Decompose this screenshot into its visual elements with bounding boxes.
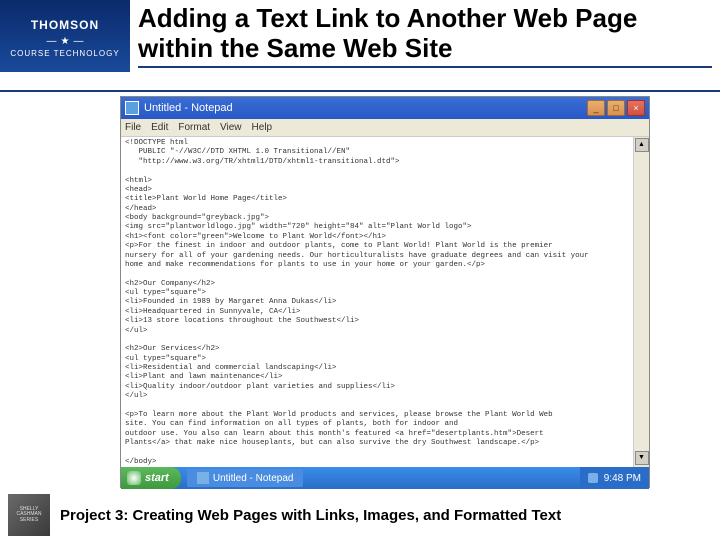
clock: 9:48 PM: [604, 473, 641, 484]
minimize-button[interactable]: _: [587, 100, 605, 116]
scroll-down-icon[interactable]: ▼: [635, 451, 649, 465]
windows-icon: [127, 471, 141, 485]
editor-textarea[interactable]: <!DOCTYPE html PUBLIC "-//W3C//DTD XHTML…: [121, 137, 633, 467]
logo-star: — ★ —: [47, 36, 84, 47]
slide: THOMSON — ★ — COURSE TECHNOLOGY Adding a…: [0, 0, 720, 540]
menu-file[interactable]: File: [125, 122, 141, 133]
footer-text: Project 3: Creating Web Pages with Links…: [50, 507, 712, 524]
task-label: Untitled - Notepad: [213, 473, 294, 484]
thomson-logo: THOMSON — ★ — COURSE TECHNOLOGY: [0, 0, 130, 72]
menu-view[interactable]: View: [220, 122, 242, 133]
maximize-button[interactable]: □: [607, 100, 625, 116]
window-titlebar[interactable]: Untitled - Notepad _ □ ×: [121, 97, 649, 119]
start-label: start: [145, 472, 169, 484]
window-title: Untitled - Notepad: [144, 102, 587, 114]
menu-edit[interactable]: Edit: [151, 122, 168, 133]
menu-format[interactable]: Format: [178, 122, 210, 133]
start-button[interactable]: start: [121, 467, 181, 489]
scroll-up-icon[interactable]: ▲: [635, 138, 649, 152]
editor-wrap: <!DOCTYPE html PUBLIC "-//W3C//DTD XHTML…: [121, 137, 649, 467]
header: THOMSON — ★ — COURSE TECHNOLOGY Adding a…: [0, 0, 720, 94]
footer: SHELLY CASHMAN SERIES Project 3: Creatin…: [0, 494, 720, 536]
logo-sub: COURSE TECHNOLOGY: [10, 47, 119, 58]
title-underline: [138, 66, 712, 68]
window-buttons: _ □ ×: [587, 100, 645, 116]
windows-taskbar: start Untitled - Notepad 9:48 PM: [121, 467, 649, 489]
header-divider: [0, 90, 720, 92]
menubar: File Edit Format View Help: [121, 119, 649, 137]
notepad-screenshot: Untitled - Notepad _ □ × File Edit Forma…: [120, 96, 650, 488]
close-button[interactable]: ×: [627, 100, 645, 116]
slide-title: Adding a Text Link to Another Web Page w…: [138, 4, 712, 64]
taskbar-item-notepad[interactable]: Untitled - Notepad: [187, 469, 304, 487]
shelly-cashman-logo: SHELLY CASHMAN SERIES: [8, 494, 50, 536]
logo-brand: THOMSON: [31, 14, 99, 36]
notepad-icon: [125, 101, 139, 115]
title-area: Adding a Text Link to Another Web Page w…: [130, 0, 720, 70]
menu-help[interactable]: Help: [252, 122, 273, 133]
task-icon: [197, 472, 209, 484]
vertical-scrollbar[interactable]: ▲ ▼: [633, 137, 649, 467]
system-tray[interactable]: 9:48 PM: [580, 467, 649, 489]
tray-icon: [588, 473, 598, 483]
